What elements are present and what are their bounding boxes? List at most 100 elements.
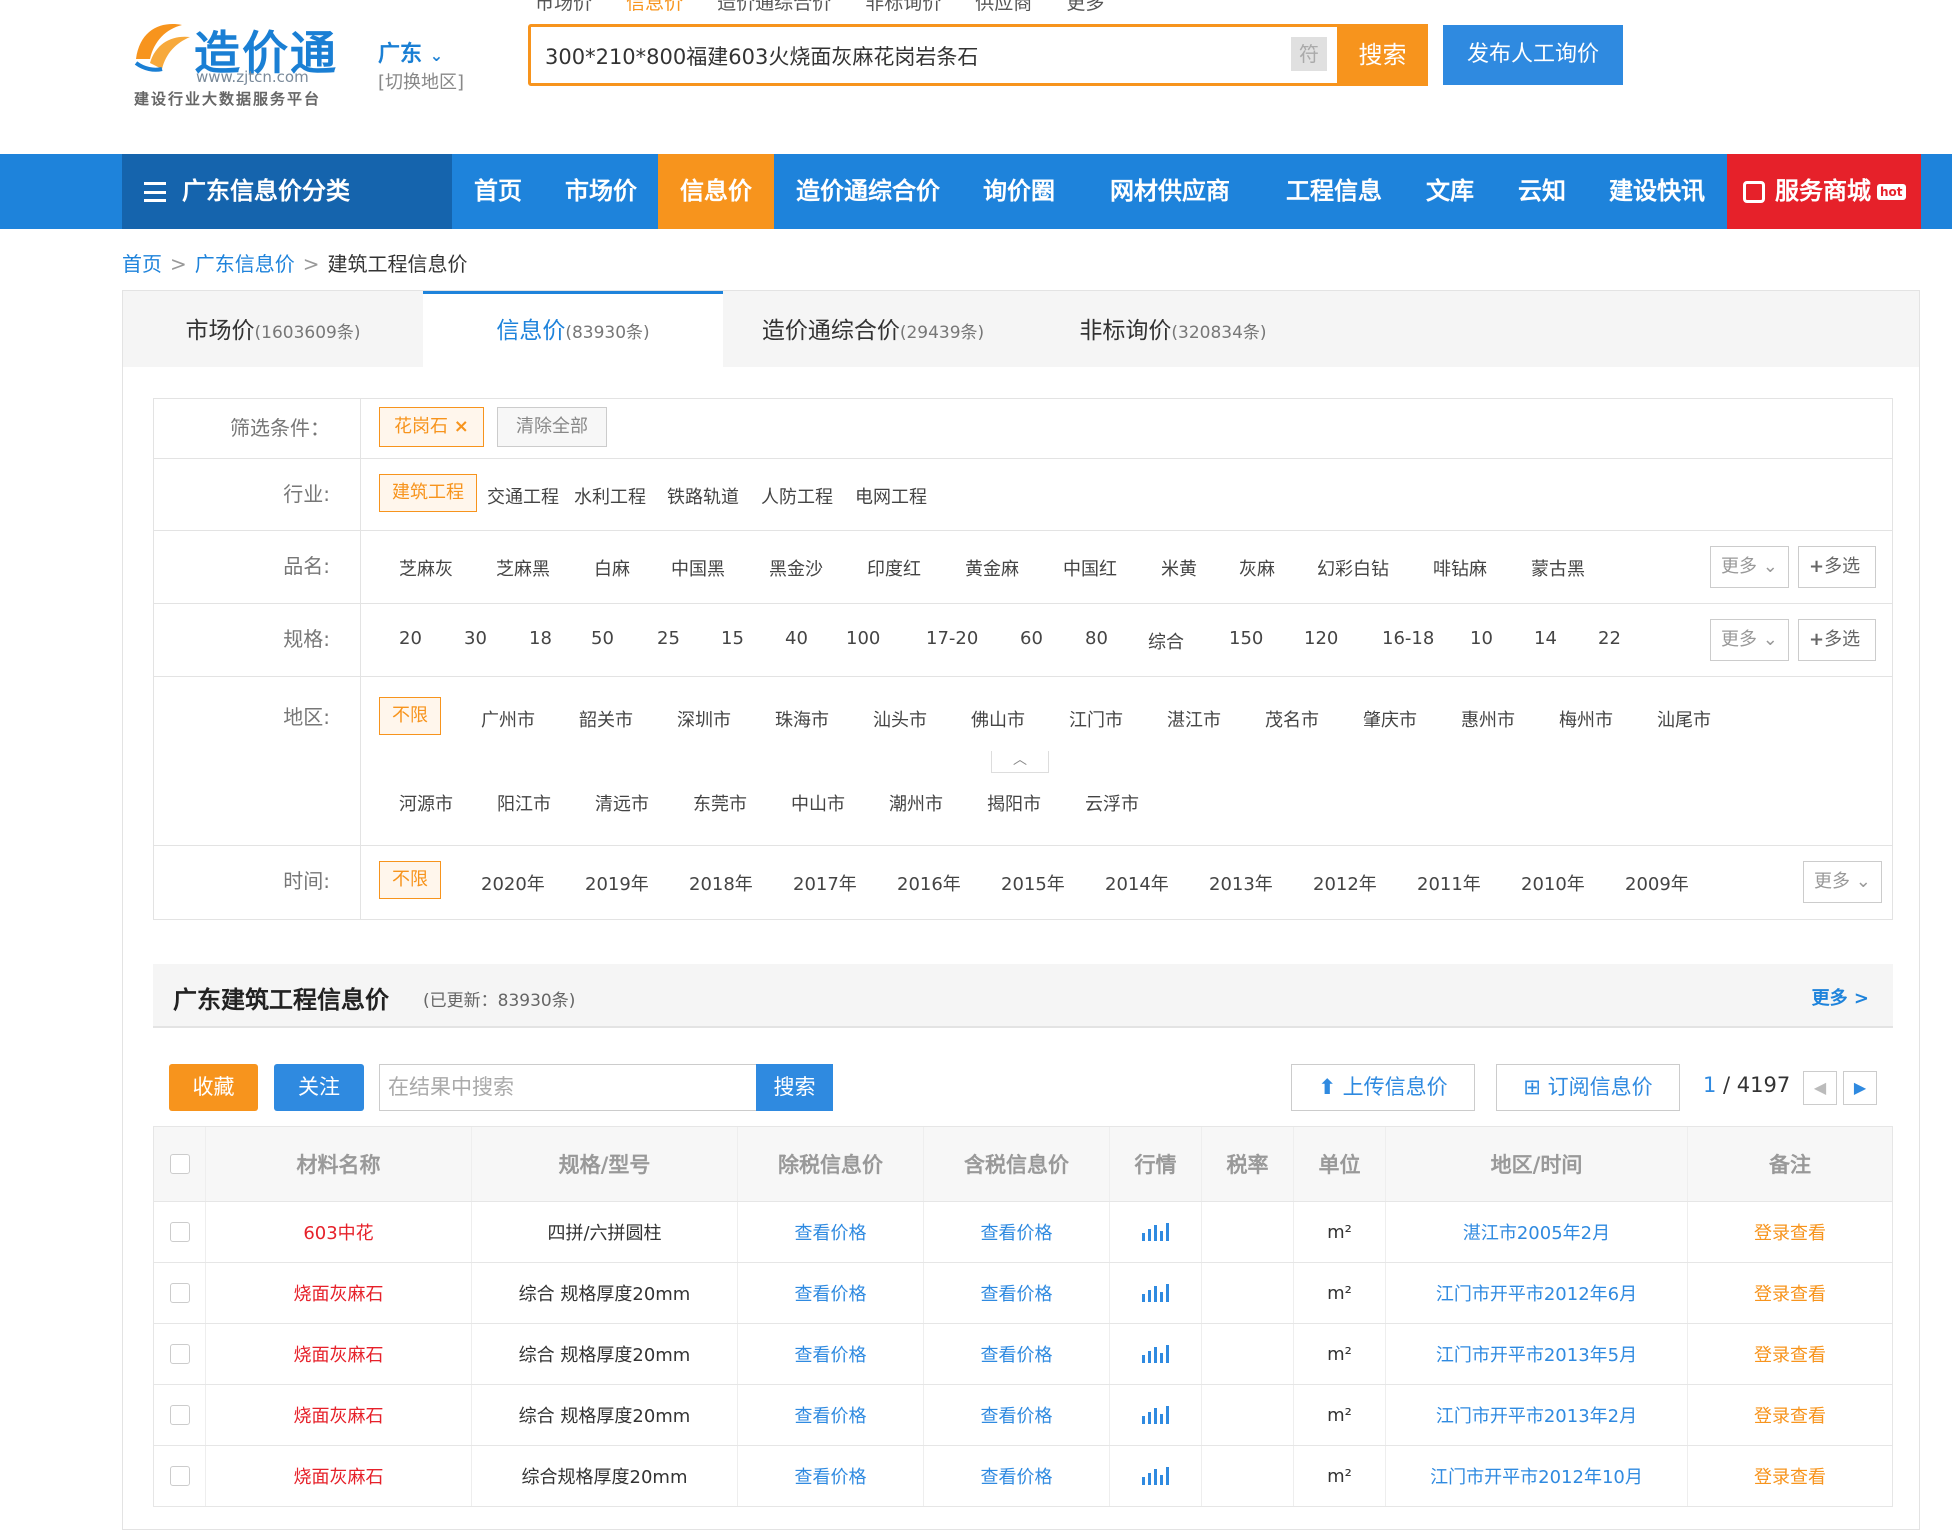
breadcrumb-home[interactable]: 首页 <box>122 252 162 276</box>
row-checkbox[interactable] <box>169 1344 190 1364</box>
time-option[interactable]: 2019年 <box>585 870 649 896</box>
name-option[interactable]: 芝麻灰 <box>399 555 453 581</box>
spec-option[interactable]: 120 <box>1304 628 1338 649</box>
view-price-in-tax-link[interactable]: 查看价格 <box>981 1402 1053 1428</box>
top-link-more[interactable]: 更多 <box>1066 0 1104 14</box>
time-option[interactable]: 2010年 <box>1521 870 1585 896</box>
region-time-link[interactable]: 江门市开平市2013年5月 <box>1436 1341 1637 1367</box>
region-option[interactable]: 茂名市 <box>1265 706 1319 732</box>
spec-option[interactable]: 20 <box>399 628 422 649</box>
spec-option[interactable]: 16-18 <box>1382 628 1434 649</box>
name-option[interactable]: 黄金麻 <box>965 555 1019 581</box>
spec-option[interactable]: 综合 <box>1148 628 1184 654</box>
spec-option[interactable]: 60 <box>1020 628 1043 649</box>
spec-option[interactable]: 80 <box>1085 628 1108 649</box>
nav-market-price[interactable]: 市场价 <box>544 154 658 229</box>
bar-chart-icon[interactable] <box>1142 1467 1169 1485</box>
view-price-in-tax-link[interactable]: 查看价格 <box>981 1280 1053 1306</box>
tab-market-price[interactable]: 市场价(1603609条) <box>123 291 423 367</box>
industry-option[interactable]: 水利工程 <box>574 483 646 509</box>
region-option[interactable]: 中山市 <box>791 790 845 816</box>
top-link-market[interactable]: 市场价 <box>535 0 592 14</box>
prev-page-button[interactable]: ◀ <box>1803 1071 1837 1105</box>
nav-yunzhi[interactable]: 云知 <box>1496 154 1588 229</box>
region-option[interactable]: 潮州市 <box>889 790 943 816</box>
login-view-link[interactable]: 登录查看 <box>1754 1402 1826 1428</box>
region-option[interactable]: 不限 <box>379 697 441 735</box>
tab-composite-price[interactable]: 造价通综合价(29439条) <box>723 291 1023 367</box>
tab-nonstandard[interactable]: 非标询价(320834条) <box>1023 291 1323 367</box>
time-option[interactable]: 2015年 <box>1001 870 1065 896</box>
region-option[interactable]: 惠州市 <box>1461 706 1515 732</box>
industry-option[interactable]: 电网工程 <box>855 483 927 509</box>
view-price-ex-tax-link[interactable]: 查看价格 <box>795 1219 867 1245</box>
symbol-button[interactable]: 符 <box>1291 37 1327 71</box>
material-name-link[interactable]: 603中花 <box>303 1219 373 1245</box>
name-option[interactable]: 米黄 <box>1161 555 1197 581</box>
nav-suppliers[interactable]: 网材供应商 <box>1076 154 1264 229</box>
name-option[interactable]: 黑金沙 <box>769 555 823 581</box>
time-option[interactable]: 2017年 <box>793 870 857 896</box>
result-search-input[interactable]: 在结果中搜索 <box>379 1064 757 1111</box>
view-price-ex-tax-link[interactable]: 查看价格 <box>795 1463 867 1489</box>
region-option[interactable]: 梅州市 <box>1559 706 1613 732</box>
top-link-supplier[interactable]: 供应商 <box>975 0 1032 14</box>
nav-composite-price[interactable]: 造价通综合价 <box>774 154 962 229</box>
nav-inquiry-circle[interactable]: 询价圈 <box>962 154 1076 229</box>
login-view-link[interactable]: 登录查看 <box>1754 1219 1826 1245</box>
tab-info-price[interactable]: 信息价(83930条) <box>423 291 723 367</box>
spec-option[interactable]: 14 <box>1534 628 1557 649</box>
region-option[interactable]: 东莞市 <box>693 790 747 816</box>
time-option[interactable]: 2018年 <box>689 870 753 896</box>
site-logo[interactable]: 造价通 www.zjtcn.com 建设行业大数据服务平台 <box>132 15 342 110</box>
region-option[interactable]: 珠海市 <box>775 706 829 732</box>
active-filter-tag[interactable]: 花岗石 × <box>379 407 484 447</box>
publish-inquiry-button[interactable]: 发布人工询价 <box>1443 25 1623 85</box>
multi-select-specs-button[interactable]: +多选 <box>1798 619 1876 661</box>
name-option[interactable]: 蒙古黑 <box>1531 555 1585 581</box>
time-option[interactable]: 2011年 <box>1417 870 1481 896</box>
region-time-link[interactable]: 江门市开平市2012年6月 <box>1436 1280 1637 1306</box>
search-button[interactable]: 搜索 <box>1337 24 1428 86</box>
clear-all-button[interactable]: 清除全部 <box>497 407 607 447</box>
region-option[interactable]: 河源市 <box>399 790 453 816</box>
industry-option[interactable]: 铁路轨道 <box>667 483 739 509</box>
name-option[interactable]: 印度红 <box>867 555 921 581</box>
region-time-link[interactable]: 湛江市2005年2月 <box>1463 1219 1610 1245</box>
spec-option[interactable]: 17-20 <box>926 628 978 649</box>
spec-option[interactable]: 10 <box>1470 628 1493 649</box>
industry-option[interactable]: 交通工程 <box>487 483 559 509</box>
name-option[interactable]: 灰麻 <box>1239 555 1275 581</box>
result-search-button[interactable]: 搜索 <box>756 1064 833 1111</box>
region-option[interactable]: 阳江市 <box>497 790 551 816</box>
time-option[interactable]: 2013年 <box>1209 870 1273 896</box>
material-name-link[interactable]: 烧面灰麻石 <box>294 1280 384 1306</box>
login-view-link[interactable]: 登录查看 <box>1754 1280 1826 1306</box>
spec-option[interactable]: 30 <box>464 628 487 649</box>
region-option[interactable]: 肇庆市 <box>1363 706 1417 732</box>
results-more-link[interactable]: 更多 > <box>1812 984 1869 1010</box>
name-option[interactable]: 幻彩白钻 <box>1317 555 1389 581</box>
region-option[interactable]: 广州市 <box>481 706 535 732</box>
name-option[interactable]: 中国红 <box>1063 555 1117 581</box>
region-option[interactable]: 揭阳市 <box>987 790 1041 816</box>
spec-option[interactable]: 22 <box>1598 628 1621 649</box>
spec-option[interactable]: 100 <box>846 628 880 649</box>
top-link-composite[interactable]: 造价通综合价 <box>717 0 831 14</box>
close-icon[interactable]: × <box>454 416 469 437</box>
spec-option[interactable]: 40 <box>785 628 808 649</box>
search-input[interactable]: 300*210*800福建603火烧面灰麻花岗岩条石 <box>545 41 978 71</box>
top-link-nonstandard[interactable]: 非标询价 <box>865 0 941 14</box>
nav-projects[interactable]: 工程信息 <box>1264 154 1404 229</box>
region-option[interactable]: 云浮市 <box>1085 790 1139 816</box>
breadcrumb-info[interactable]: 广东信息价 <box>195 252 295 276</box>
bar-chart-icon[interactable] <box>1142 1284 1169 1302</box>
name-option[interactable]: 啡钻麻 <box>1433 555 1487 581</box>
next-page-button[interactable]: ▶ <box>1843 1071 1877 1105</box>
nav-home[interactable]: 首页 <box>452 154 544 229</box>
spec-option[interactable]: 150 <box>1229 628 1263 649</box>
more-specs-button[interactable]: 更多 ⌄ <box>1710 619 1789 661</box>
multi-select-names-button[interactable]: +多选 <box>1798 546 1876 588</box>
nav-shop[interactable]: 服务商城 hot <box>1727 154 1921 229</box>
time-option[interactable]: 2012年 <box>1313 870 1377 896</box>
